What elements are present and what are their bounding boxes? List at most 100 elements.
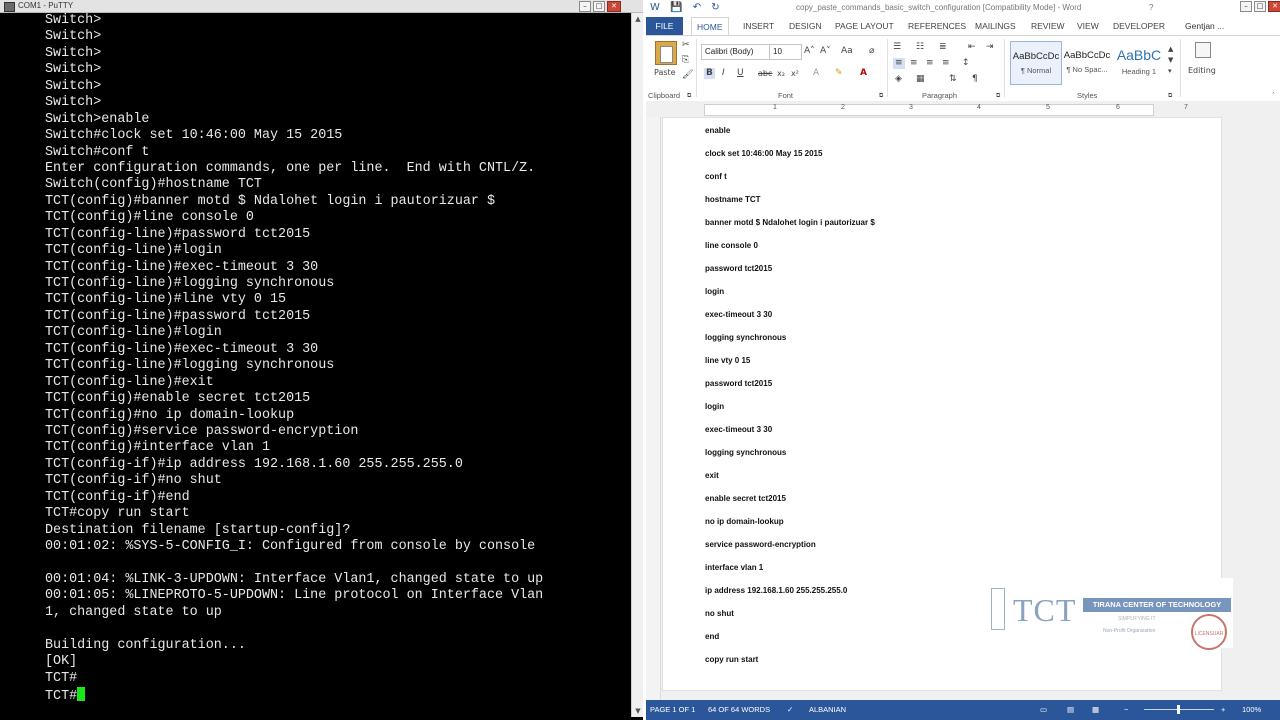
subscript-icon[interactable]: x₂ — [777, 68, 785, 79]
horizontal-ruler[interactable]: 1 2 3 4 5 6 7 — [646, 101, 1280, 118]
web-layout-icon[interactable]: ▦ — [1092, 700, 1099, 720]
document-line[interactable]: ip address 192.168.1.60 255.255.255.0 — [705, 586, 847, 595]
document-line[interactable]: logging synchronous — [705, 448, 786, 457]
tab-insert[interactable]: INSERT — [743, 17, 774, 35]
putty-minimize-icon[interactable]: – — [579, 1, 591, 12]
putty-title-bar[interactable]: COM1 - PuTTY – □ ✕ — [0, 0, 643, 13]
change-case-icon[interactable]: Aa — [841, 46, 853, 57]
show-formatting-icon[interactable]: ¶ — [972, 74, 978, 85]
read-mode-icon[interactable]: ▭ — [1040, 700, 1047, 720]
tab-design[interactable]: DESIGN — [789, 17, 822, 35]
tab-review[interactable]: REVIEW — [1031, 17, 1065, 35]
document-line[interactable]: exit — [705, 471, 719, 480]
document-line[interactable]: banner motd $ Ndalohet login i pautorizu… — [705, 218, 875, 227]
save-icon[interactable]: 💾 — [670, 2, 682, 13]
find-icon[interactable] — [1195, 42, 1211, 58]
style-no-spacing[interactable]: AaBbCcDc ¶ No Spac... — [1062, 41, 1112, 83]
document-line[interactable]: line console 0 — [705, 241, 758, 250]
undo-icon[interactable]: ↶ — [693, 2, 701, 13]
tab-file[interactable]: FILE — [646, 17, 683, 35]
strikethrough-icon[interactable]: abc — [758, 68, 772, 79]
zoom-out-icon[interactable]: − — [1124, 700, 1128, 720]
word-count[interactable]: 64 OF 64 WORDS — [708, 700, 770, 720]
superscript-icon[interactable]: x² — [791, 68, 799, 79]
tab-developer[interactable]: DEVELOPER — [1113, 17, 1165, 35]
user-account[interactable]: Gentjan ... — [1185, 17, 1224, 35]
document-line[interactable]: service password-encryption — [705, 540, 816, 549]
align-center-icon[interactable]: ≡ — [910, 58, 918, 69]
word-scrollbar[interactable] — [1268, 117, 1280, 700]
document-line[interactable]: no shut — [705, 609, 734, 618]
zoom-slider-thumb[interactable] — [1177, 705, 1180, 714]
document-line[interactable]: no ip domain-lookup — [705, 517, 784, 526]
document-line[interactable]: login — [705, 287, 724, 296]
document-line[interactable]: enable — [705, 126, 730, 135]
word-maximize-icon[interactable]: □ — [1254, 1, 1266, 12]
italic-icon[interactable]: I — [722, 68, 725, 79]
document-line[interactable]: logging synchronous — [705, 333, 786, 342]
redo-icon[interactable]: ↻ — [711, 2, 719, 13]
putty-close-icon[interactable]: ✕ — [607, 1, 621, 12]
help-icon[interactable]: ? — [1149, 0, 1153, 15]
shading-icon[interactable]: ◈ — [895, 74, 902, 85]
font-size-box[interactable]: 10 — [769, 44, 802, 60]
tab-page-layout[interactable]: PAGE LAYOUT — [835, 17, 894, 35]
format-painter-icon[interactable]: 🖌 — [682, 70, 693, 81]
zoom-in-icon[interactable]: + — [1221, 700, 1225, 720]
collapse-ribbon-icon[interactable]: ˄ — [1272, 90, 1275, 101]
document-line[interactable]: password tct2015 — [705, 379, 772, 388]
cut-icon[interactable]: ✂ — [682, 40, 690, 51]
document-line[interactable]: conf t — [705, 172, 727, 181]
document-line[interactable]: copy run start — [705, 655, 758, 664]
shrink-font-icon[interactable]: A˅ — [820, 46, 831, 57]
numbering-icon[interactable]: ☷ — [916, 42, 924, 53]
bold-icon[interactable]: B — [704, 68, 715, 79]
underline-icon[interactable]: U — [737, 68, 744, 79]
word-minimize-icon[interactable]: – — [1240, 1, 1252, 12]
tab-references[interactable]: REFERENCES — [908, 17, 966, 35]
grow-font-icon[interactable]: A˄ — [804, 46, 815, 57]
document-line[interactable]: clock set 10:46:00 May 15 2015 — [705, 149, 822, 158]
text-effects-icon[interactable]: A — [813, 68, 819, 79]
sort-icon[interactable]: ⇅ — [949, 74, 957, 85]
style-heading-1[interactable]: AaBbC Heading 1 — [1114, 41, 1164, 83]
align-right-icon[interactable]: ≡ — [926, 58, 934, 69]
language-indicator[interactable]: ALBANIAN — [809, 700, 846, 720]
document-line[interactable]: login — [705, 402, 724, 411]
zoom-level[interactable]: 100% — [1242, 700, 1261, 720]
vertical-ruler[interactable] — [646, 117, 661, 700]
justify-icon[interactable]: ≡ — [942, 58, 950, 69]
tab-home[interactable]: HOME — [691, 17, 729, 36]
document-line[interactable]: interface vlan 1 — [705, 563, 763, 572]
paragraph-dialog-launcher-icon[interactable]: ⧉ — [996, 90, 1000, 101]
font-color-icon[interactable]: A — [860, 68, 867, 79]
editing-button[interactable]: Editing — [1188, 65, 1216, 76]
font-dialog-launcher-icon[interactable]: ⧉ — [879, 90, 883, 101]
decrease-indent-icon[interactable]: ⇤ — [968, 42, 976, 53]
putty-maximize-icon[interactable]: □ — [593, 1, 605, 12]
document-line[interactable]: password tct2015 — [705, 264, 772, 273]
line-spacing-icon[interactable]: ↕ — [962, 58, 970, 69]
paste-icon[interactable] — [655, 41, 677, 65]
increase-indent-icon[interactable]: ⇥ — [986, 42, 994, 53]
copy-icon[interactable]: ⎘ — [682, 55, 689, 66]
page-count[interactable]: PAGE 1 OF 1 — [650, 700, 695, 720]
styles-dialog-launcher-icon[interactable]: ⧉ — [1168, 90, 1172, 101]
styles-gallery-scroll-icon[interactable]: ▲ ▼ ▾ — [1168, 44, 1173, 77]
terminal-prompt-line[interactable]: TCT# — [45, 686, 631, 704]
document-line[interactable]: line vty 0 15 — [705, 356, 750, 365]
multilevel-list-icon[interactable]: ≣ — [939, 42, 947, 53]
borders-icon[interactable]: ▦ — [916, 74, 925, 85]
terminal-output[interactable]: Switch> Switch> Switch> Switch> Switch> Switc… — [45, 13, 631, 717]
dialog-launcher-icon[interactable]: ⧉ — [687, 90, 691, 101]
bullets-icon[interactable]: ☰ — [893, 42, 901, 53]
document-line[interactable]: exec-timeout 3 30 — [705, 425, 772, 434]
document-line[interactable]: exec-timeout 3 30 — [705, 310, 772, 319]
print-layout-icon[interactable]: ▤ — [1067, 700, 1074, 720]
proofing-icon[interactable]: ✓ — [787, 700, 793, 720]
tab-mailings[interactable]: MAILINGS — [975, 17, 1016, 35]
tab-view[interactable]: VIEW — [1077, 17, 1099, 35]
style-normal[interactable]: AaBbCcDc ¶ Normal — [1010, 41, 1062, 85]
document-line[interactable]: enable secret tct2015 — [705, 494, 786, 503]
clear-formatting-icon[interactable]: ⌀ — [869, 46, 874, 57]
